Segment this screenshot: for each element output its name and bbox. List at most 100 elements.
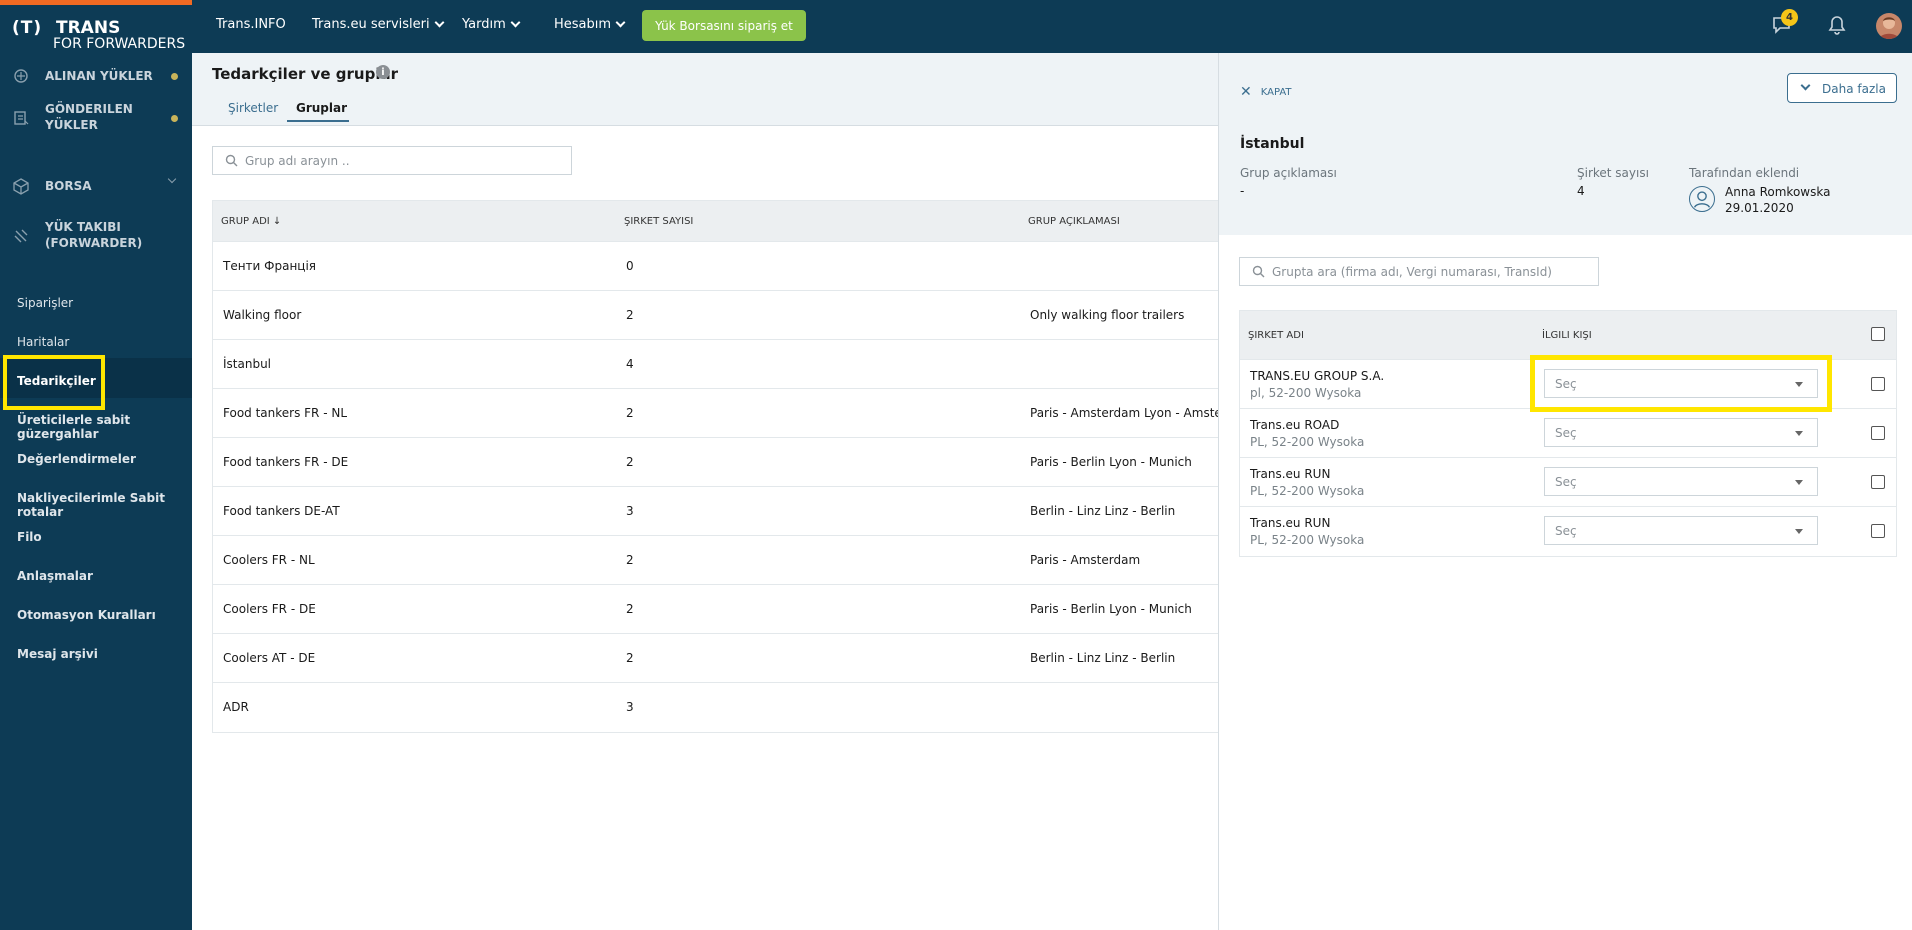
table-row[interactable]: Coolers AT - DE 2 Berlin - Linz Linz - Ber… — [213, 634, 1231, 683]
box-icon — [13, 178, 29, 195]
cell-description: Paris - Amsterdam — [1030, 553, 1141, 567]
top-bar: (T) TRANS FOR FORWARDERS Trans.INFO Tran… — [0, 0, 1912, 53]
module-exchange[interactable]: BORSA — [0, 174, 192, 195]
row-checkbox[interactable] — [1871, 524, 1885, 538]
select-value: Seç — [1555, 475, 1577, 489]
groups-table: GRUP ADI ↓ ŞIRKET SAYISI GRUP AÇIKLAMASI… — [212, 200, 1253, 733]
cell-description: Berlin - Linz Linz - Berlin — [1030, 504, 1176, 518]
sidebar-item-fixed-routes-producers[interactable]: Üreticilerle sabit güzergahlar — [17, 413, 192, 441]
more-button[interactable]: Daha fazla — [1787, 73, 1897, 103]
page-header: Tedarkçiler ve gruplar i Şirketler Grupl… — [192, 53, 1218, 126]
trans-logo[interactable]: (T) TRANS FOR FORWARDERS — [0, 0, 192, 53]
page-title: Tedarkçiler ve gruplar — [212, 65, 398, 83]
chevron-down-icon — [1800, 80, 1811, 91]
module-load-tracking[interactable]: YÜK TAKIBI (FORWARDER) — [0, 219, 192, 253]
module-received-loads[interactable]: ALINAN YÜKLER — [0, 67, 192, 85]
cell-group-name: Food tankers FR - NL — [223, 406, 348, 420]
contact-person-select[interactable]: Seç — [1544, 516, 1818, 545]
group-description-value: - — [1240, 184, 1245, 198]
column-group-description[interactable]: GRUP AÇIKLAMASI — [1028, 216, 1120, 227]
logo-line2: FOR FORWARDERS — [53, 36, 186, 52]
cell-group-name: Food tankers FR - DE — [223, 455, 349, 469]
company-address: PL, 52-200 Wysoka — [1250, 533, 1365, 547]
status-dot — [171, 115, 178, 122]
sidebar-item-maps[interactable]: Haritalar — [17, 335, 69, 349]
sidebar-item-orders[interactable]: Siparişler — [17, 296, 73, 310]
tab-companies[interactable]: Şirketler — [228, 101, 278, 120]
cell-group-name: Food tankers DE-AT — [223, 504, 340, 518]
table-row[interactable]: Food tankers FR - NL 2 Paris - Amsterdam L… — [213, 389, 1253, 438]
main-content: Tedarkçiler ve gruplar i Şirketler Grupl… — [192, 53, 1253, 930]
logo-mark: (T) — [12, 18, 43, 38]
messages-badge: 4 — [1781, 9, 1798, 26]
nav-trans-info[interactable]: Trans.INFO — [216, 17, 286, 32]
search-icon — [1252, 265, 1265, 278]
table-row[interactable]: Тенти Франція 0 — [213, 242, 1231, 291]
module-sent-loads[interactable]: GÖNDERILEN YÜKLER — [0, 101, 192, 135]
sidebar-item-automation-rules[interactable]: Otomasyon Kuralları — [17, 608, 156, 622]
row-checkbox[interactable] — [1871, 475, 1885, 489]
nav-account[interactable]: Hesabım — [554, 17, 626, 32]
cell-company-count: 0 — [626, 259, 634, 273]
nav-label: Yardım — [462, 17, 506, 32]
group-search-input[interactable]: Grup adı arayın .. — [212, 146, 572, 175]
company-address: PL, 52-200 Wysoka — [1250, 484, 1365, 498]
group-company-search-input[interactable]: Grupta ara (firma adı, Vergi numarası, T… — [1239, 257, 1599, 286]
cell-description: Berlin - Linz Linz - Berlin — [1030, 651, 1176, 665]
column-group-name[interactable]: GRUP ADI ↓ — [221, 216, 281, 227]
module-label: BORSA — [45, 179, 92, 193]
company-row: Trans.eu ROAD PL, 52-200 Wysoka Seç — [1240, 409, 1896, 458]
table-row[interactable]: ADR 3 — [213, 683, 1231, 732]
cell-company-count: 2 — [626, 406, 634, 420]
sidebar-item-fixed-routes-carriers[interactable]: Nakliyecilerimle Sabit rotalar — [17, 491, 192, 519]
close-panel-button[interactable]: ✕ KAPAT — [1240, 84, 1292, 100]
column-company-name: ŞIRKET ADI — [1248, 330, 1304, 341]
company-name: Trans.eu RUN — [1250, 516, 1331, 530]
order-exchange-button[interactable]: Yük Borsasını sipariş et — [642, 10, 806, 41]
company-count-value: 4 — [1577, 184, 1585, 198]
sidebar-item-fleet[interactable]: Filo — [17, 530, 42, 544]
chevron-down-icon — [615, 17, 626, 28]
cell-company-count: 3 — [626, 700, 634, 714]
select-value: Seç — [1555, 524, 1577, 538]
table-row[interactable]: Coolers FR - NL 2 Paris - Amsterdam — [213, 536, 1231, 585]
sidebar-item-ratings[interactable]: Değerlendirmeler — [17, 452, 136, 466]
logo-line1: TRANS — [56, 18, 121, 38]
table-row[interactable]: Coolers FR - DE 2 Paris - Berlin Lyon - Mu… — [213, 585, 1231, 634]
cell-company-count: 2 — [626, 553, 634, 567]
row-checkbox[interactable] — [1871, 426, 1885, 440]
column-company-count[interactable]: ŞIRKET SAYISI — [624, 216, 693, 227]
table-row[interactable]: İstanbul 4 — [213, 340, 1231, 389]
row-checkbox[interactable] — [1871, 377, 1885, 391]
user-avatar[interactable] — [1876, 13, 1902, 39]
info-icon[interactable]: i — [376, 65, 390, 79]
company-row: Trans.eu RUN PL, 52-200 Wysoka Seç — [1240, 458, 1896, 507]
contact-person-select[interactable]: Seç — [1544, 418, 1818, 447]
added-by-label: Tarafından eklendi — [1689, 166, 1800, 180]
sidebar: ALINAN YÜKLER GÖNDERILEN YÜKLER BORSA YÜ… — [0, 53, 192, 930]
sidebar-item-message-archive[interactable]: Mesaj arşivi — [17, 647, 98, 661]
close-icon: ✕ — [1240, 84, 1252, 100]
table-row[interactable]: Food tankers DE-AT 3 Berlin - Linz Linz - … — [213, 487, 1231, 536]
tab-groups[interactable]: Gruplar — [287, 101, 349, 122]
loads-icon — [14, 69, 28, 83]
nav-trans-services[interactable]: Trans.eu servisleri — [312, 17, 445, 32]
sidebar-item-agreements[interactable]: Anlaşmalar — [17, 569, 93, 583]
table-row[interactable]: Food tankers FR - DE 2 Paris - Berlin Lyon… — [213, 438, 1231, 487]
company-address: pl, 52-200 Wysoka — [1250, 386, 1362, 400]
panel-header: ✕ KAPAT Daha fazla İstanbul Grup açıklam… — [1219, 53, 1912, 235]
notifications-bell-icon[interactable] — [1826, 14, 1848, 36]
cell-company-count: 2 — [626, 308, 634, 322]
company-name: Trans.eu RUN — [1250, 467, 1331, 481]
table-row[interactable]: Walking floor 2 Only walking floor trailer… — [213, 291, 1231, 340]
cell-company-count: 2 — [626, 455, 634, 469]
cell-group-name: Тенти Франція — [223, 259, 317, 273]
select-all-checkbox[interactable] — [1871, 327, 1885, 341]
cell-group-name: İstanbul — [223, 357, 272, 371]
nav-label: Hesabım — [554, 17, 612, 32]
group-companies-table: ŞIRKET ADI İLGILI KIŞI TRANS.EU GROUP S.… — [1239, 310, 1897, 557]
cell-group-name: Walking floor — [223, 308, 302, 322]
highlight-box-suppliers — [3, 355, 105, 410]
nav-help[interactable]: Yardım — [462, 17, 521, 32]
contact-person-select[interactable]: Seç — [1544, 467, 1818, 496]
